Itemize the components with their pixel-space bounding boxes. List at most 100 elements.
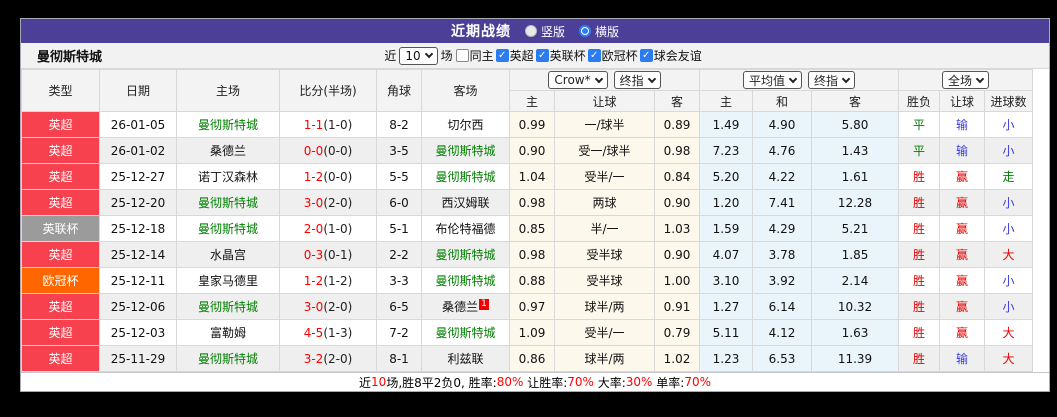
chevron-down-icon (975, 74, 985, 83)
league-filter-checkbox[interactable]: ✓ 欧冠杯 (587, 47, 638, 64)
away-team: 曼彻斯特城 (435, 326, 496, 340)
halftime-score: (0-1) (323, 247, 353, 262)
league-filter-checkbox[interactable]: ✓ 英联杯 (535, 47, 586, 64)
handicap-line-cell: 受半/一 (554, 319, 655, 346)
avg-away-odds-cell: 11.39 (811, 345, 900, 372)
home-team-cell: 曼彻斯特城 (176, 189, 280, 216)
corner-cell: 3-3 (376, 267, 422, 294)
avg-draw-odds-cell: 4.12 (752, 319, 813, 346)
handicap-odds-away-cell: 0.90 (653, 241, 701, 268)
checkbox-icon: ✓ (639, 49, 653, 62)
score-cell: 2-0(1-0) (279, 215, 377, 242)
match-type-cell: 英超 (21, 319, 100, 346)
checkbox-label: 球会友谊 (653, 49, 702, 63)
avg-home-odds-cell: 3.10 (699, 267, 754, 294)
avg-draw-odds-cell: 4.29 (752, 215, 813, 242)
chevron-down-icon (594, 74, 603, 83)
handicap-odds-group-header: Crow* 终指 (508, 69, 701, 91)
league-filter-group: ✓ 同主 ✓ 英超 ✓ 英联杯 ✓ 欧冠杯 ✓ 球会友谊 (455, 47, 702, 64)
corner-cell: 3-5 (376, 137, 422, 164)
avg-draw-odds-cell: 3.92 (752, 267, 813, 294)
handicap-odds-home-cell: 1.04 (509, 163, 555, 190)
date-cell: 25-12-03 (99, 319, 177, 346)
goals-result-cell: 走 (984, 163, 1034, 190)
table-header-row-groups: 类型 日期 主场 比分(半场) 角球 客场 Crow* 终指 平均值 终指 全场 (21, 69, 1034, 112)
handicap-result-cell: 赢 (939, 241, 986, 268)
avg-draw-odds-cell: 4.90 (752, 111, 813, 138)
goals-result-cell: 大 (984, 241, 1034, 268)
home-team: 皇家马德里 (197, 274, 258, 288)
match-type-cell: 英超 (21, 111, 100, 138)
handicap-odds-home-cell: 0.86 (509, 345, 555, 372)
chevron-down-icon (647, 74, 656, 83)
handicap-odds-home-cell: 0.99 (509, 111, 555, 138)
summary-segment: 单率: (652, 375, 685, 390)
away-team: 布伦特福德 (435, 222, 496, 236)
bookmaker-select[interactable]: Crow* (548, 71, 608, 89)
goals-result-cell: 小 (984, 293, 1034, 320)
table-row: 英超 25-12-06 曼彻斯特城 3-0(2-0) 6-5 桑德兰 1 0.97… (21, 293, 1034, 320)
halftime-score: (1-2) (323, 273, 353, 288)
panel-title: 近期战绩 (450, 24, 511, 40)
date-cell: 26-01-05 (99, 111, 177, 138)
result-group-header: 全场 (898, 69, 1034, 91)
col-header-score: 比分(半场) (279, 69, 377, 112)
handicap-odds-away-cell: 0.90 (653, 189, 701, 216)
handicap-odds-away-cell: 1.02 (653, 345, 701, 372)
handicap-line-cell: 两球 (554, 189, 655, 216)
checkbox-icon: ✓ (587, 49, 601, 62)
average-odds-group-header: 平均值 终指 (699, 69, 900, 91)
date-cell: 25-12-11 (99, 267, 177, 294)
layout-radio[interactable]: 竖版 (524, 23, 565, 40)
checkbox-label: 英联杯 (549, 49, 586, 63)
match-count-select[interactable]: 10 (399, 46, 438, 65)
table-row: 英超 25-12-14 水晶宫 0-3(0-1) 2-2 曼彻斯特城 0.98 … (21, 241, 1034, 268)
match-type-cell: 欧冠杯 (21, 267, 100, 294)
handicap-result-cell: 赢 (939, 319, 986, 346)
bookmaker-stage-select[interactable]: 终指 (613, 71, 661, 89)
avg-draw-odds-cell: 4.76 (752, 137, 813, 164)
result-cell: 胜 (898, 267, 941, 294)
corner-cell: 8-1 (376, 345, 422, 372)
layout-radio[interactable]: 横版 (579, 23, 619, 40)
score-cell: 4-5(1-3) (279, 319, 377, 346)
result-cell: 胜 (898, 215, 941, 242)
away-team-cell: 西汉姆联 (421, 189, 510, 216)
league-filter-checkbox[interactable]: ✓ 同主 (455, 47, 494, 64)
score-cell: 0-3(0-1) (279, 241, 377, 268)
home-team: 曼彻斯特城 (197, 196, 258, 210)
radio-icon (524, 25, 537, 37)
away-team-cell: 曼彻斯特城 (421, 319, 510, 346)
home-team-cell: 皇家马德里 (176, 267, 280, 294)
goals-result-cell: 小 (984, 215, 1034, 242)
table-row: 英超 25-11-29 曼彻斯特城 3-2(2-0) 8-1 利兹联 0.86 … (21, 345, 1034, 372)
table-row: 英超 26-01-02 桑德兰 0-0(0-0) 3-5 曼彻斯特城 0.90 … (21, 137, 1034, 164)
summary-segment: 让胜率: (523, 375, 568, 390)
average-stage-select[interactable]: 终指 (808, 71, 856, 89)
fulltime-score: 3-2 (303, 351, 324, 366)
handicap-result-cell: 输 (939, 345, 986, 372)
avg-away-odds-cell: 1.61 (811, 163, 900, 190)
chevron-down-icon (424, 49, 433, 59)
average-select[interactable]: 平均值 (743, 71, 803, 89)
team-rank-badge: 1 (479, 299, 489, 310)
match-type-cell: 英超 (21, 293, 100, 320)
goals-result-cell: 大 (984, 319, 1034, 346)
avg-home-odds-cell: 1.49 (699, 111, 754, 138)
result-cell: 平 (898, 111, 941, 138)
corner-cell: 6-5 (376, 293, 422, 320)
score-cell: 1-2(0-0) (279, 163, 377, 190)
league-filter-checkbox[interactable]: ✓ 球会友谊 (639, 47, 702, 64)
result-cell: 胜 (898, 189, 941, 216)
home-team: 曼彻斯特城 (197, 118, 258, 132)
corner-cell: 8-2 (376, 111, 422, 138)
avg-away-odds-cell: 12.28 (811, 189, 900, 216)
home-team-cell: 富勒姆 (176, 319, 280, 346)
away-team: 曼彻斯特城 (435, 248, 496, 262)
avg-away-odds-cell: 5.80 (811, 111, 900, 138)
score-cell: 3-0(2-0) (279, 189, 377, 216)
scope-select[interactable]: 全场 (942, 71, 990, 89)
match-type-cell: 英联杯 (21, 215, 100, 242)
league-filter-checkbox[interactable]: ✓ 英超 (495, 47, 534, 64)
home-team-cell: 桑德兰 (176, 137, 280, 164)
